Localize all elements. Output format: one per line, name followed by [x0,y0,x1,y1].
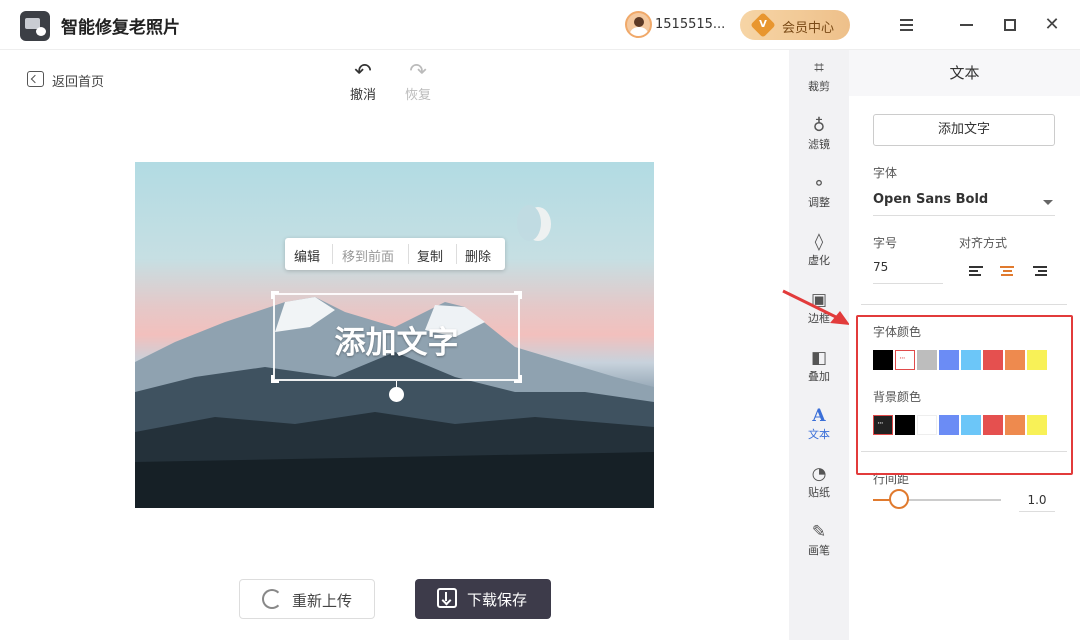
font-size-input[interactable]: 75 [873,260,943,284]
user-avatar[interactable] [625,11,652,38]
menu-divider [456,244,457,264]
element-context-menu: 编辑 移到前面 复制 删除 [285,238,505,270]
sidebar-item-filter[interactable]: ♁ 滤镜 [789,116,849,152]
blur-icon: ◊ [814,232,824,252]
rotate-handle[interactable] [389,387,404,402]
brush-icon: ✎ [811,522,827,542]
align-left-icon[interactable] [969,266,983,278]
reupload-button[interactable]: 重新上传 [239,579,375,619]
line-spacing-slider-thumb[interactable] [888,489,909,509]
bring-front-menu-item[interactable]: 移到前面 [342,246,394,265]
resize-handle[interactable] [514,375,522,383]
font-select-value: Open Sans Bold [873,192,989,207]
edit-menu-item[interactable]: 编辑 [294,246,320,265]
filter-icon: ♁ [812,116,826,136]
sidebar-item-label: 画笔 [808,544,830,557]
sidebar-item-label: 虚化 [808,254,830,267]
text-overlay-content[interactable]: 添加文字 [275,317,518,362]
text-overlay-box[interactable]: 添加文字 [271,291,522,383]
reload-icon [262,589,282,609]
close-icon: ✕ [1044,14,1060,35]
download-label: 下载保存 [467,591,528,609]
panel-divider [861,304,1067,305]
undo-icon: ↶ [354,59,372,83]
overlay-icon: ◧ [810,348,828,368]
sidebar-item-text[interactable]: A 文本 [789,406,849,442]
close-button[interactable]: ✕ [1040,13,1064,37]
text-icon: A [812,406,826,426]
username[interactable]: 1515515... [655,17,725,32]
resize-handle[interactable] [271,375,279,383]
add-text-button[interactable]: 添加文字 [873,114,1055,146]
font-size-value: 75 [873,260,889,274]
home-icon [27,71,44,87]
sidebar-item-label: 调整 [808,196,830,209]
align-center-icon[interactable] [1000,266,1014,278]
back-home-label: 返回首页 [52,75,105,90]
sidebar-item-label: 叠加 [808,370,830,383]
sidebar-item-brush[interactable]: ✎ 画笔 [789,522,849,558]
sidebar-item-blur[interactable]: ◊ 虚化 [789,232,849,268]
alignment-label: 对齐方式 [959,236,1008,250]
sidebar-item-label: 滤镜 [808,138,830,151]
download-icon [437,588,457,608]
font-size-label: 字号 [873,236,898,250]
chevron-down-icon [1043,200,1053,205]
undo-label: 撤消 [350,88,377,103]
font-label: 字体 [873,166,898,180]
hamburger-icon [900,19,913,31]
redo-button[interactable]: ↷ 恢复 [405,60,431,103]
undo-button[interactable]: ↶ 撤消 [350,60,376,103]
resize-handle[interactable] [271,291,279,299]
maximize-icon [1004,19,1016,31]
sidebar-item-label: 裁剪 [808,80,830,93]
vip-crown-icon: V [750,12,776,38]
sidebar-item-overlay[interactable]: ◧ 叠加 [789,348,849,384]
download-save-button[interactable]: 下载保存 [415,579,551,619]
reupload-label: 重新上传 [292,592,353,610]
title-bar: 智能修复老照片 1515515... V 会员中心 ✕ [0,0,1080,50]
redo-icon: ↷ [409,59,427,83]
align-right-icon[interactable] [1033,266,1047,278]
sidebar-item-adjust[interactable]: ⚬ 调整 [789,174,849,210]
sidebar-item-crop[interactable]: ⌗ 裁剪 [789,58,849,94]
adjust-icon: ⚬ [811,174,827,194]
vip-center-label: 会员中心 [782,21,835,36]
menu-button[interactable] [894,13,918,37]
crop-icon: ⌗ [814,58,824,78]
sticker-icon: ◔ [811,464,827,484]
line-spacing-input[interactable]: 1.0 [1019,490,1055,512]
panel-title: 文本 [849,50,1080,96]
annotation-arrow-icon [782,289,850,325]
copy-menu-item[interactable]: 复制 [417,246,443,265]
delete-menu-item[interactable]: 删除 [465,246,491,265]
menu-divider [408,244,409,264]
tool-sidebar: ⌗ 裁剪 ♁ 滤镜 ⚬ 调整 ◊ 虚化 ▣ 边框 ◧ 叠加 A 文本 ◔ 贴纸 … [789,50,849,640]
redo-label: 恢复 [405,88,432,103]
vip-center-button[interactable]: V 会员中心 [740,10,850,40]
minimize-button[interactable] [955,13,979,37]
maximize-button[interactable] [998,13,1022,37]
app-logo-icon [20,11,50,41]
sidebar-item-label: 文本 [808,428,830,441]
resize-handle[interactable] [514,291,522,299]
font-select[interactable]: Open Sans Bold [873,192,1055,216]
minimize-icon [960,24,973,26]
menu-divider [332,244,333,264]
app-title: 智能修复老照片 [61,18,180,38]
annotation-highlight-box [856,315,1073,475]
sidebar-item-sticker[interactable]: ◔ 贴纸 [789,464,849,500]
sidebar-item-label: 贴纸 [808,486,830,499]
